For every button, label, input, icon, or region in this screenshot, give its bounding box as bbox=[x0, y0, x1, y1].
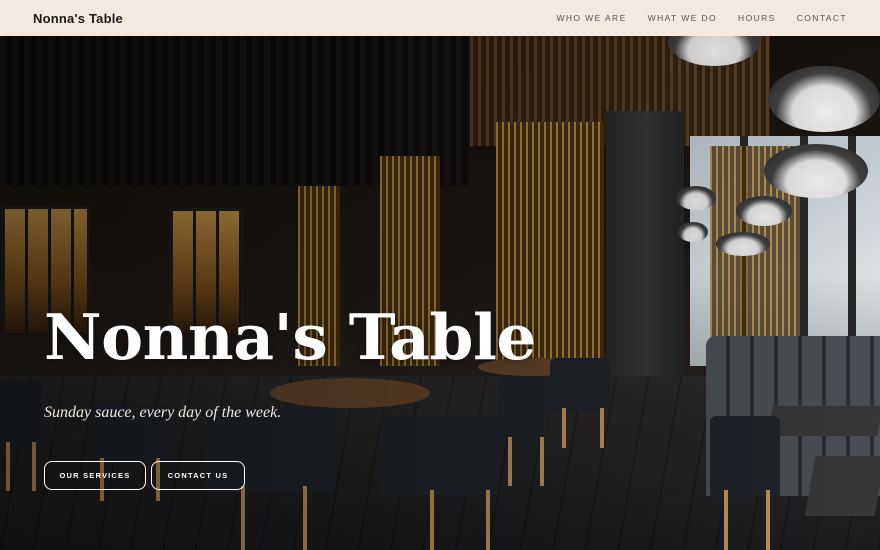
hero-headline: Nonna's Table bbox=[44, 300, 536, 374]
contact-us-button[interactable]: CONTACT US bbox=[151, 461, 245, 490]
nav-menu: WHO WE ARE WHAT WE DO HOURS CONTACT bbox=[535, 13, 847, 23]
brand-logo[interactable]: Nonna's Table bbox=[33, 11, 123, 26]
nav-link-contact[interactable]: CONTACT bbox=[797, 13, 847, 23]
nav-link-hours[interactable]: HOURS bbox=[738, 13, 776, 23]
nav-link-who-we-are[interactable]: WHO WE ARE bbox=[556, 13, 626, 23]
top-navigation: Nonna's Table WHO WE ARE WHAT WE DO HOUR… bbox=[0, 0, 880, 36]
nav-link-what-we-do[interactable]: WHAT WE DO bbox=[648, 13, 717, 23]
hero-tagline: Sunday sauce, every day of the week. bbox=[44, 404, 282, 421]
our-services-button[interactable]: OUR SERVICES bbox=[44, 461, 146, 490]
